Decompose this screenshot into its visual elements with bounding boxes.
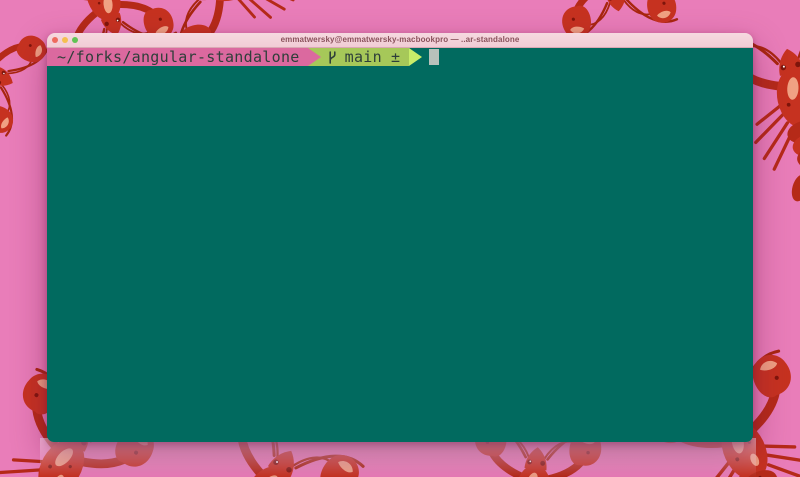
prompt-line: ~/forks/angular-standalone main ± bbox=[47, 48, 753, 66]
zoom-button[interactable] bbox=[72, 37, 78, 43]
window-titlebar[interactable]: emmatwersky@emmatwersky-macbookpro — ..a… bbox=[47, 33, 753, 48]
minimize-button[interactable] bbox=[62, 37, 68, 43]
prompt-branch-segment: main ± bbox=[320, 48, 410, 66]
terminal-cursor bbox=[429, 49, 440, 65]
dirty-indicator: ± bbox=[390, 48, 401, 66]
lobster-illustration bbox=[0, 0, 50, 137]
git-branch-icon bbox=[329, 50, 336, 64]
terminal-window[interactable]: emmatwersky@emmatwersky-macbookpro — ..a… bbox=[47, 33, 753, 442]
prompt-path: ~/forks/angular-standalone bbox=[57, 48, 300, 66]
powerline-arrow-icon bbox=[409, 48, 422, 66]
terminal-body[interactable]: ~/forks/angular-standalone main ± bbox=[47, 48, 753, 442]
traffic-lights bbox=[47, 37, 78, 43]
branch-name: main bbox=[344, 48, 382, 66]
close-button[interactable] bbox=[52, 37, 58, 43]
prompt-path-segment: ~/forks/angular-standalone bbox=[47, 48, 308, 66]
powerline-arrow-icon bbox=[307, 48, 321, 66]
window-title: emmatwersky@emmatwersky-macbookpro — ..a… bbox=[280, 35, 520, 44]
